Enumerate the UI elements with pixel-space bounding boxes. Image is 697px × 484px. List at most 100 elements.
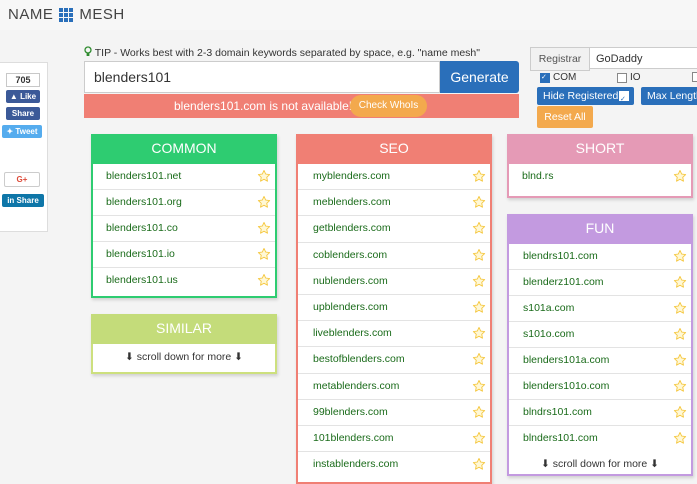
check-whois-button[interactable]: Check WhoIs [350,95,427,117]
registrar-select[interactable]: GoDaddy [589,47,697,69]
checkbox-icon[interactable] [540,72,550,83]
domain-name[interactable]: blendrs101.com [523,250,598,262]
domain-row[interactable]: bestofblenders.com [298,347,490,374]
star-icon[interactable] [472,378,486,392]
domain-row[interactable]: myblenders.com [298,164,490,191]
linkedin-share-button[interactable]: in Share [2,194,44,207]
domain-row[interactable]: blenders101.io [93,242,275,268]
star-icon[interactable] [472,299,486,313]
domain-row[interactable]: s101o.com [509,322,691,348]
star-icon[interactable] [472,273,486,287]
tweet-button[interactable]: ✦ Tweet [2,125,42,138]
panel-seo: SEO myblenders.com meblenders.com getblend… [296,134,492,484]
checkbox-icon[interactable] [619,91,629,109]
star-icon[interactable] [472,404,486,418]
star-icon[interactable] [673,378,687,392]
domain-row[interactable]: 101blenders.com [298,426,490,453]
domain-name[interactable]: blenders101.io [106,248,175,260]
domain-name[interactable]: upblenders.com [313,301,388,313]
domain-row[interactable]: blenders101.co [93,216,275,242]
domain-name[interactable]: blenders101a.com [523,354,609,366]
domain-row[interactable]: 99blenders.com [298,400,490,426]
domain-name[interactable]: instablenders.com [313,458,398,470]
domain-name[interactable]: 99blenders.com [313,406,388,418]
domain-name[interactable]: blenders101.co [106,222,178,234]
domain-name[interactable]: bestofblenders.com [313,353,405,365]
domain-name[interactable]: meblenders.com [313,196,391,208]
domain-row[interactable]: blenders101.net [93,164,275,190]
facebook-like-button[interactable]: ▲ Like [6,90,40,103]
domain-name[interactable]: blenders101.net [106,170,181,182]
star-icon[interactable] [257,246,271,260]
domain-name[interactable]: liveblenders.com [313,327,392,339]
domain-name[interactable]: blenders101o.com [523,380,609,392]
star-icon[interactable] [673,404,687,418]
domain-row[interactable]: liveblenders.com [298,321,490,348]
domain-name[interactable]: s101o.com [523,328,574,340]
domain-row[interactable]: blenderz101.com [509,270,691,296]
star-icon[interactable] [472,220,486,235]
domain-row[interactable]: meblenders.com [298,190,490,217]
domain-name[interactable]: blenders101.us [106,274,178,286]
star-icon[interactable] [472,430,486,444]
generate-button[interactable]: Generate [440,61,519,93]
domain-row[interactable]: blnders101.com [509,426,691,451]
domain-name[interactable]: 101blenders.com [313,432,394,444]
domain-name[interactable]: coblenders.com [313,249,387,261]
domain-row[interactable]: blendrs101.com [509,244,691,270]
domain-name[interactable]: blenders101.org [106,196,182,208]
domain-name[interactable]: getblenders.com [313,222,391,234]
thumbs-up-icon: ▲ [9,92,18,101]
star-icon[interactable] [673,352,687,366]
logo[interactable]: NAME MESH [8,6,125,23]
domain-row[interactable]: nublenders.com [298,269,490,295]
domain-name[interactable]: blenderz101.com [523,276,604,288]
star-icon[interactable] [472,351,486,365]
domain-row[interactable]: s101a.com [509,296,691,322]
checkbox-icon[interactable] [617,72,627,83]
tld-filter-more[interactable] [692,72,697,82]
domain-row[interactable]: blenders101.us [93,268,275,293]
domain-row[interactable]: blndrs101.com [509,400,691,426]
tld-filter-io[interactable]: IO [617,72,641,83]
star-icon[interactable] [673,326,687,340]
star-icon[interactable] [673,168,687,182]
domain-row[interactable]: instablenders.com [298,452,490,477]
star-icon[interactable] [673,248,687,262]
star-icon[interactable] [673,300,687,314]
star-icon[interactable] [472,456,486,470]
domain-name[interactable]: blndrs101.com [523,406,592,418]
hide-registered-toggle[interactable]: Hide Registered [537,87,634,109]
domain-name[interactable]: nublenders.com [313,275,388,287]
star-icon[interactable] [257,272,271,286]
domain-row[interactable]: blnd.rs [509,164,691,189]
google-plus-button[interactable]: G+ [4,172,40,187]
star-icon[interactable] [472,325,486,339]
domain-name[interactable]: metablenders.com [313,380,399,392]
domain-name[interactable]: s101a.com [523,302,574,314]
star-icon[interactable] [257,194,271,208]
tld-filter-com[interactable]: COM [540,72,576,83]
star-icon[interactable] [673,430,687,444]
star-icon[interactable] [472,247,486,261]
domain-row[interactable]: blenders101a.com [509,348,691,374]
star-icon[interactable] [673,274,687,288]
domain-name[interactable]: blnd.rs [522,170,554,182]
star-icon[interactable] [472,168,486,182]
max-length-dropdown[interactable]: Max Length [641,87,697,105]
star-icon[interactable] [257,168,271,182]
domain-search-input[interactable] [84,61,440,93]
domain-row[interactable]: blenders101.org [93,190,275,216]
domain-name[interactable]: myblenders.com [313,170,390,182]
reset-all-button[interactable]: Reset All [537,106,593,128]
checkbox-icon[interactable] [692,72,697,82]
domain-row[interactable]: coblenders.com [298,243,490,269]
domain-row[interactable]: metablenders.com [298,374,490,400]
star-icon[interactable] [472,194,486,208]
domain-row[interactable]: blenders101o.com [509,374,691,400]
domain-row[interactable]: upblenders.com [298,295,490,322]
domain-name[interactable]: blnders101.com [523,432,598,444]
facebook-share-button[interactable]: Share [6,107,40,120]
star-icon[interactable] [257,220,271,234]
domain-row[interactable]: getblenders.com [298,216,490,243]
